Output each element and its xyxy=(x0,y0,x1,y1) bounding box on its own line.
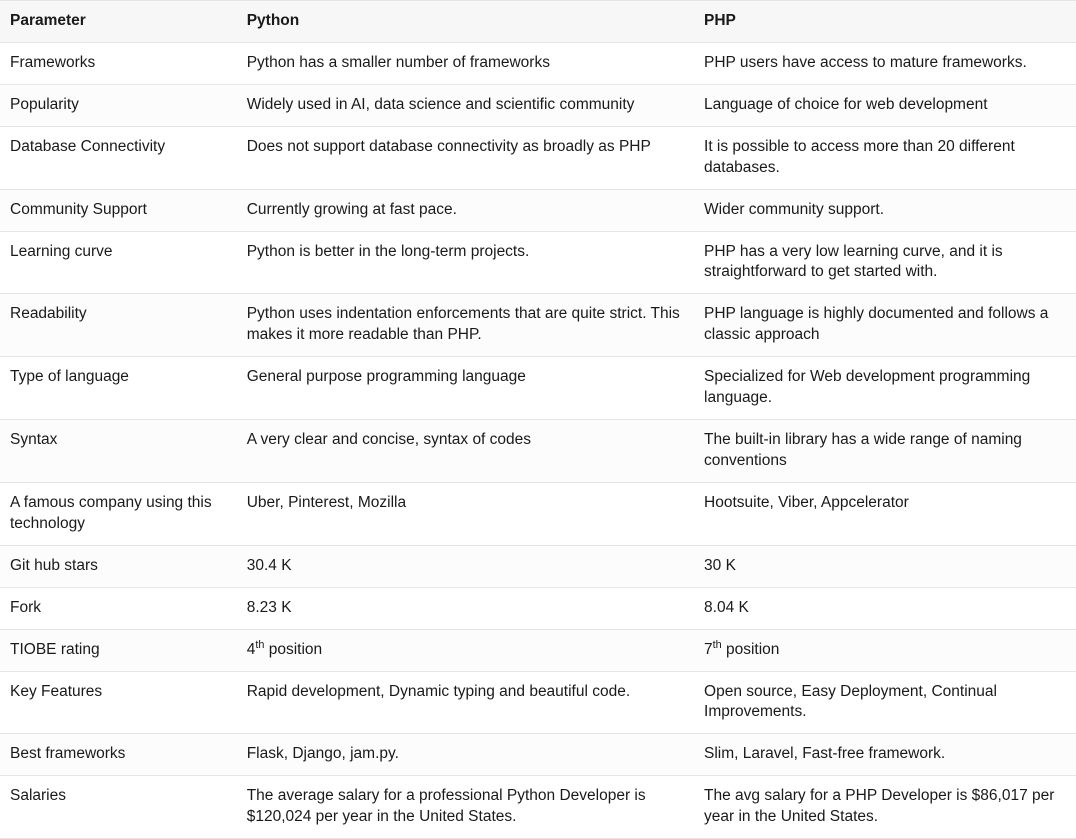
cell-php: PHP has a very low learning curve, and i… xyxy=(694,231,1076,294)
cell-parameter: Fork xyxy=(0,587,237,629)
cell-parameter: Salaries xyxy=(0,776,237,839)
cell-parameter: Popularity xyxy=(0,84,237,126)
cell-python: Uber, Pinterest, Mozilla xyxy=(237,482,694,545)
table-row: SalariesThe average salary for a profess… xyxy=(0,776,1076,839)
cell-parameter: Database Connectivity xyxy=(0,126,237,189)
cell-python: Currently growing at fast pace. xyxy=(237,189,694,231)
cell-parameter: TIOBE rating xyxy=(0,629,237,671)
cell-python: Python is better in the long-term projec… xyxy=(237,231,694,294)
table-row: PopularityWidely used in AI, data scienc… xyxy=(0,84,1076,126)
cell-php: PHP language is highly documented and fo… xyxy=(694,294,1076,357)
cell-parameter: Git hub stars xyxy=(0,545,237,587)
table-row: A famous company using this technologyUb… xyxy=(0,482,1076,545)
cell-php: 30 K xyxy=(694,545,1076,587)
cell-python: General purpose programming language xyxy=(237,357,694,420)
cell-php: Specialized for Web development programm… xyxy=(694,357,1076,420)
cell-php: It is possible to access more than 20 di… xyxy=(694,126,1076,189)
cell-php: Open source, Easy Deployment, Continual … xyxy=(694,671,1076,734)
col-header-python: Python xyxy=(237,1,694,43)
cell-php: Language of choice for web development xyxy=(694,84,1076,126)
cell-parameter: Type of language xyxy=(0,357,237,420)
cell-parameter: Community Support xyxy=(0,189,237,231)
cell-php: 7th position xyxy=(694,629,1076,671)
cell-parameter: Learning curve xyxy=(0,231,237,294)
cell-parameter: Readability xyxy=(0,294,237,357)
table-row: Community SupportCurrently growing at fa… xyxy=(0,189,1076,231)
cell-python: 30.4 K xyxy=(237,545,694,587)
cell-php: 8.04 K xyxy=(694,587,1076,629)
table-row: ReadabilityPython uses indentation enfor… xyxy=(0,294,1076,357)
cell-python: Rapid development, Dynamic typing and be… xyxy=(237,671,694,734)
cell-php: Hootsuite, Viber, Appcelerator xyxy=(694,482,1076,545)
cell-parameter: Frameworks xyxy=(0,42,237,84)
cell-php: PHP users have access to mature framewor… xyxy=(694,42,1076,84)
table-row: FrameworksPython has a smaller number of… xyxy=(0,42,1076,84)
table-row: Database ConnectivityDoes not support da… xyxy=(0,126,1076,189)
table-row: Key FeaturesRapid development, Dynamic t… xyxy=(0,671,1076,734)
table-row: TIOBE rating4th position7th position xyxy=(0,629,1076,671)
table-row: SyntaxA very clear and concise, syntax o… xyxy=(0,420,1076,483)
col-header-php: PHP xyxy=(694,1,1076,43)
cell-python: Python uses indentation enforcements tha… xyxy=(237,294,694,357)
col-header-parameter: Parameter xyxy=(0,1,237,43)
cell-python: Python has a smaller number of framework… xyxy=(237,42,694,84)
cell-parameter: A famous company using this technology xyxy=(0,482,237,545)
cell-parameter: Syntax xyxy=(0,420,237,483)
table-row: Type of languageGeneral purpose programm… xyxy=(0,357,1076,420)
cell-python: The average salary for a professional Py… xyxy=(237,776,694,839)
cell-parameter: Key Features xyxy=(0,671,237,734)
cell-python: Widely used in AI, data science and scie… xyxy=(237,84,694,126)
table-header-row: Parameter Python PHP xyxy=(0,1,1076,43)
comparison-table: Parameter Python PHP FrameworksPython ha… xyxy=(0,0,1076,839)
table-row: Learning curvePython is better in the lo… xyxy=(0,231,1076,294)
cell-python: 4th position xyxy=(237,629,694,671)
cell-python: 8.23 K xyxy=(237,587,694,629)
cell-python: A very clear and concise, syntax of code… xyxy=(237,420,694,483)
cell-php: The built-in library has a wide range of… xyxy=(694,420,1076,483)
cell-php: The avg salary for a PHP Developer is $8… xyxy=(694,776,1076,839)
cell-python: Does not support database connectivity a… xyxy=(237,126,694,189)
cell-php: Wider community support. xyxy=(694,189,1076,231)
table-row: Fork8.23 K8.04 K xyxy=(0,587,1076,629)
table-row: Git hub stars30.4 K30 K xyxy=(0,545,1076,587)
